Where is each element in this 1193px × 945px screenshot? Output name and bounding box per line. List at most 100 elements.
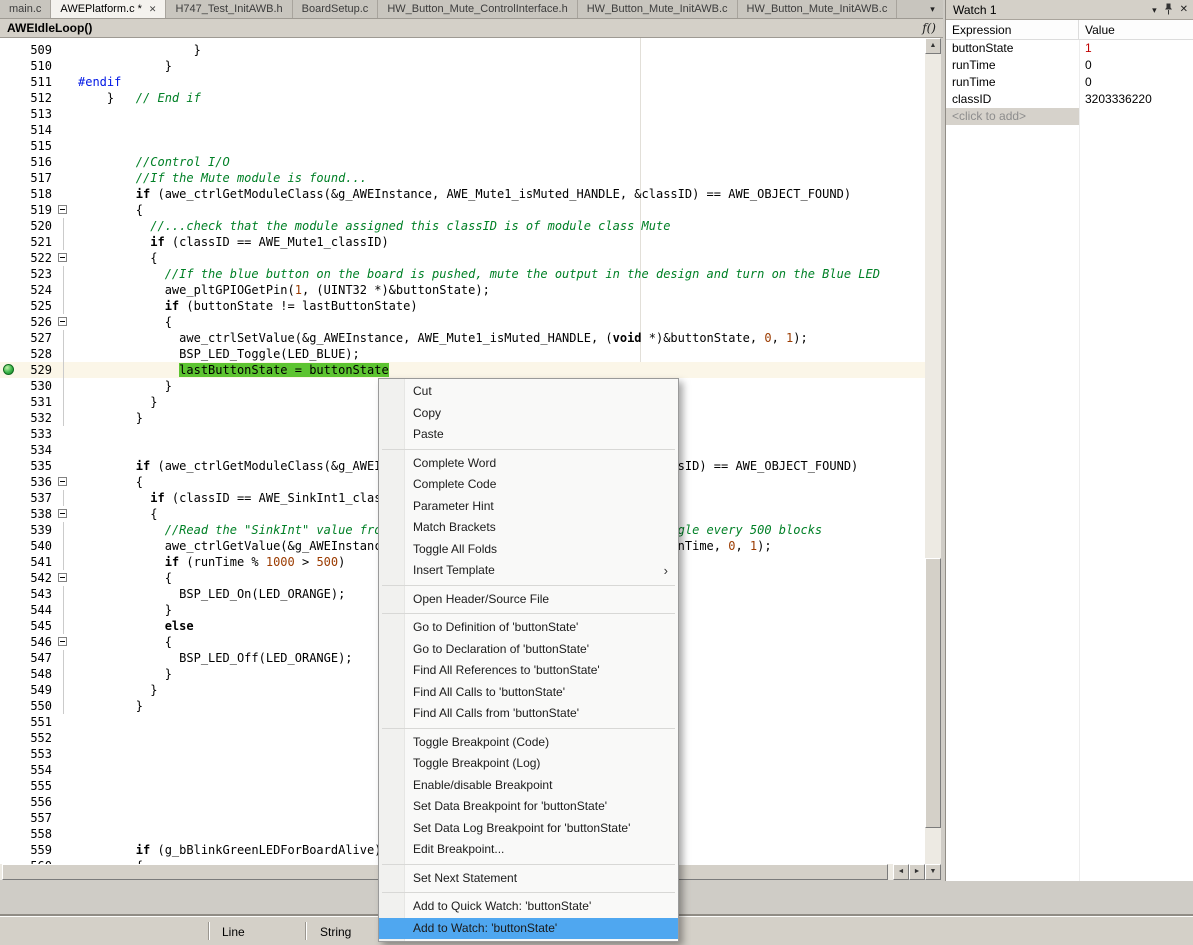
breakpoint-gutter[interactable] (0, 586, 18, 602)
breakpoint-gutter[interactable] (0, 538, 18, 554)
breakpoint-gutter[interactable] (0, 570, 18, 586)
watch-expression-cell[interactable]: classID (946, 91, 1079, 108)
breakpoint-gutter[interactable] (0, 122, 18, 138)
line-number[interactable]: 547 (18, 650, 56, 666)
code-text[interactable]: { (72, 634, 172, 650)
code-text[interactable] (72, 426, 78, 442)
line-number[interactable]: 553 (18, 746, 56, 762)
line-number[interactable]: 548 (18, 666, 56, 682)
watch-expression-cell[interactable]: buttonState (946, 40, 1079, 57)
fold-gutter[interactable] (56, 234, 72, 250)
code-text[interactable]: { (72, 570, 172, 586)
value-column-header[interactable]: Value (1079, 20, 1193, 39)
code-text[interactable]: } (72, 666, 172, 682)
context-menu-item[interactable]: Complete Code (379, 474, 678, 496)
breakpoint-gutter[interactable] (0, 106, 18, 122)
editor-tab[interactable]: HW_Button_Mute_InitAWB.c (738, 0, 898, 18)
context-menu-item[interactable]: Edit Breakpoint... (379, 839, 678, 861)
line-number[interactable]: 529 (18, 362, 56, 378)
breakpoint-gutter[interactable] (0, 282, 18, 298)
breakpoint-gutter[interactable] (0, 154, 18, 170)
fold-gutter[interactable] (56, 522, 72, 538)
code-text[interactable]: //If the blue button on the board is pus… (72, 266, 880, 282)
fold-gutter[interactable] (56, 666, 72, 682)
fold-collapse-icon[interactable] (58, 317, 67, 326)
context-menu-item[interactable]: Add to Watch: 'buttonState' (379, 918, 678, 940)
context-menu-item[interactable]: Toggle Breakpoint (Log) (379, 753, 678, 775)
breakpoint-gutter[interactable] (0, 138, 18, 154)
expression-column-header[interactable]: Expression (946, 20, 1079, 39)
fold-gutter[interactable] (56, 490, 72, 506)
breakpoint-gutter[interactable] (0, 298, 18, 314)
fold-gutter[interactable] (56, 378, 72, 394)
breakpoint-gutter[interactable] (0, 202, 18, 218)
breakpoint-gutter[interactable] (0, 346, 18, 362)
code-text[interactable]: else (72, 618, 194, 634)
code-text[interactable] (72, 762, 78, 778)
code-text[interactable] (72, 810, 78, 826)
breakpoint-gutter[interactable] (0, 74, 18, 90)
watch-panel-header[interactable]: Watch 1 ▾ ✕ (946, 0, 1193, 20)
breakpoint-gutter[interactable] (0, 362, 18, 378)
breakpoint-gutter[interactable] (0, 650, 18, 666)
breakpoint-gutter[interactable] (0, 810, 18, 826)
code-text[interactable]: } (72, 42, 201, 58)
breakpoint-gutter[interactable] (0, 746, 18, 762)
line-number[interactable]: 535 (18, 458, 56, 474)
fold-gutter[interactable] (56, 570, 72, 586)
vertical-scroll-thumb[interactable] (925, 558, 941, 828)
breakpoint-gutter[interactable] (0, 826, 18, 842)
context-menu-item[interactable]: Enable/disable Breakpoint (379, 775, 678, 797)
code-text[interactable]: awe_pltGPIOGetPin(1, (UINT32 *)&buttonSt… (72, 282, 490, 298)
line-number[interactable]: 516 (18, 154, 56, 170)
line-number[interactable]: 512 (18, 90, 56, 106)
context-menu-item[interactable]: Toggle All Folds (379, 539, 678, 561)
line-number[interactable]: 545 (18, 618, 56, 634)
line-number[interactable]: 537 (18, 490, 56, 506)
breakpoint-gutter[interactable] (0, 698, 18, 714)
fold-gutter[interactable] (56, 442, 72, 458)
fold-gutter[interactable] (56, 810, 72, 826)
line-number[interactable]: 510 (18, 58, 56, 74)
code-text[interactable]: if (classID == AWE_SinkInt1_classID) (72, 490, 410, 506)
breakpoint-gutter[interactable] (0, 394, 18, 410)
code-text[interactable]: } // End if (72, 90, 201, 106)
breakpoint-gutter[interactable] (0, 682, 18, 698)
breakpoint-gutter[interactable] (0, 522, 18, 538)
line-number[interactable]: 541 (18, 554, 56, 570)
fold-gutter[interactable] (56, 458, 72, 474)
fold-gutter[interactable] (56, 266, 72, 282)
breakpoint-gutter[interactable] (0, 618, 18, 634)
fold-collapse-icon[interactable] (58, 477, 67, 486)
fold-gutter[interactable] (56, 90, 72, 106)
fold-gutter[interactable] (56, 730, 72, 746)
fold-gutter[interactable] (56, 282, 72, 298)
code-text[interactable] (72, 794, 78, 810)
context-menu-item[interactable]: Cut (379, 381, 678, 403)
fold-collapse-icon[interactable] (58, 637, 67, 646)
breakpoint-gutter[interactable] (0, 554, 18, 570)
line-number[interactable]: 519 (18, 202, 56, 218)
breakpoint-gutter[interactable] (0, 218, 18, 234)
breakpoint-gutter[interactable] (0, 250, 18, 266)
fold-gutter[interactable] (56, 602, 72, 618)
context-menu-item[interactable]: Go to Definition of 'buttonState' (379, 617, 678, 639)
context-menu-item[interactable]: Copy (379, 403, 678, 425)
breakpoint-gutter[interactable] (0, 762, 18, 778)
code-text[interactable]: { (72, 474, 143, 490)
breakpoint-gutter[interactable] (0, 314, 18, 330)
code-text[interactable]: } (72, 410, 143, 426)
line-number[interactable]: 557 (18, 810, 56, 826)
fold-gutter[interactable] (56, 186, 72, 202)
fold-gutter[interactable] (56, 298, 72, 314)
code-text[interactable]: BSP_LED_Toggle(LED_BLUE); (72, 346, 360, 362)
breakpoint-gutter[interactable] (0, 410, 18, 426)
fold-gutter[interactable] (56, 362, 72, 378)
line-number[interactable]: 536 (18, 474, 56, 490)
fold-gutter[interactable] (56, 330, 72, 346)
code-text[interactable] (72, 442, 78, 458)
fold-gutter[interactable] (56, 554, 72, 570)
line-number[interactable]: 551 (18, 714, 56, 730)
context-menu-item[interactable]: Open Header/Source File (379, 589, 678, 611)
code-text[interactable]: //...check that the module assigned this… (72, 218, 670, 234)
